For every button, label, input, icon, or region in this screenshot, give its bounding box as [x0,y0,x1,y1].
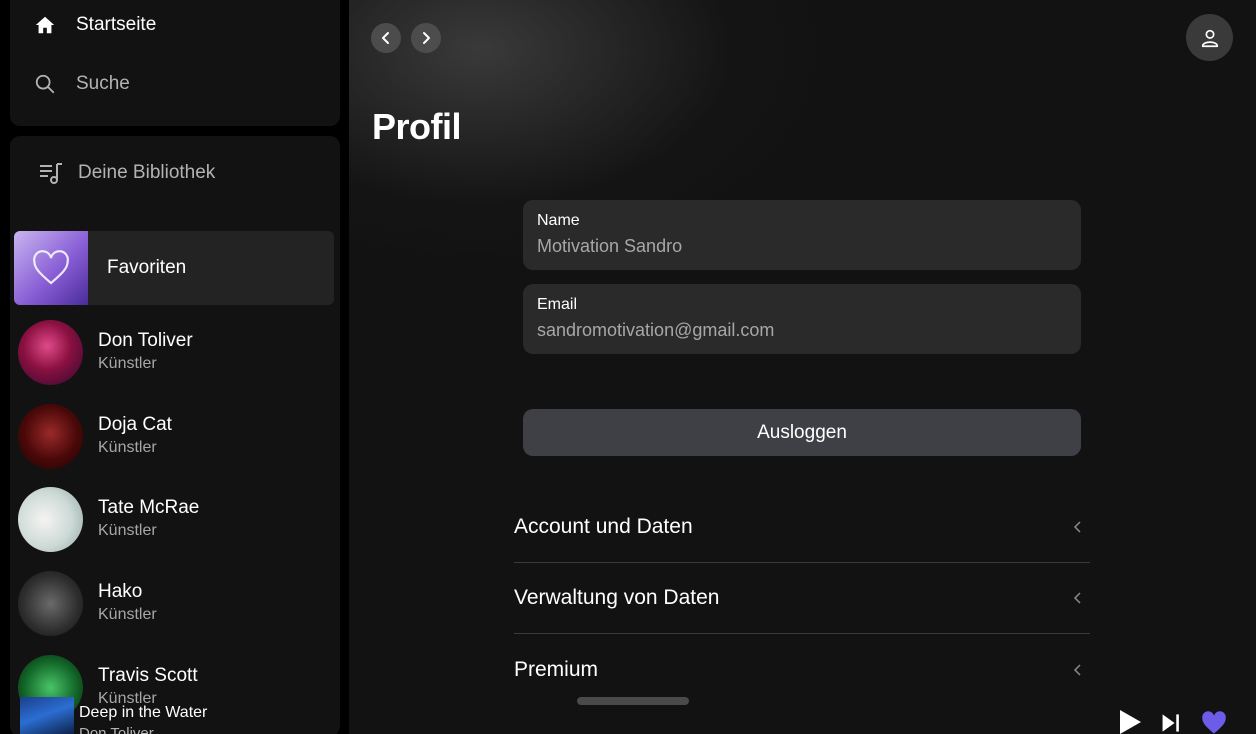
play-icon [1120,710,1141,734]
menu-item-premium[interactable]: Premium [514,634,1090,705]
home-icon [35,16,55,34]
artist-name: Tate McRae [98,497,200,518]
library-item-artist[interactable]: Tate McRae Künstler [18,486,338,552]
sidebar-nav: Startseite Suche [10,0,340,126]
library-item-artist[interactable]: Don Toliver Künstler [18,319,338,385]
library-icon [40,163,62,184]
user-icon [1201,29,1218,47]
profile-button[interactable] [1186,14,1233,61]
forward-button[interactable] [411,23,441,53]
artist-type: Künstler [98,606,157,623]
email-field-label: Email [537,296,578,313]
artist-avatar [18,403,83,469]
menu-item-account[interactable]: Account und Daten [514,492,1090,563]
nav-home-label: Startseite [76,14,157,35]
main-content: Profil Name Email Ausloggen Account und … [349,0,1256,734]
library-panel: Deine Bibliothek Favoriten Don Toliver K… [10,136,340,734]
favorites-label: Favoriten [107,257,187,278]
email-field[interactable]: Email [523,284,1081,354]
nav-search-label: Suche [76,73,130,94]
search-icon [35,74,55,94]
artist-type: Künstler [98,355,157,372]
back-button[interactable] [371,23,401,53]
skip-next-icon [1162,714,1179,732]
artist-avatar [18,570,83,636]
email-input[interactable] [537,320,1067,341]
nav-item-home[interactable]: Startseite [34,14,156,36]
track-artist[interactable]: Don Toliver [79,725,154,734]
chevron-left-icon [1073,521,1081,533]
name-field-label: Name [537,212,580,229]
artist-name: Travis Scott [98,665,198,686]
logout-button[interactable]: Ausloggen [523,409,1081,456]
library-item-favorites[interactable]: Favoriten [14,231,334,305]
track-artwork[interactable] [20,697,74,734]
artist-type: Künstler [98,439,157,456]
chevron-left-icon [1073,592,1081,604]
name-input[interactable] [537,236,1067,257]
library-header[interactable]: Deine Bibliothek [38,160,215,186]
play-button[interactable] [1115,708,1143,734]
chevron-left-icon [382,32,389,44]
name-field[interactable]: Name [523,200,1081,270]
artist-avatar [18,486,83,552]
artist-name: Don Toliver [98,330,193,351]
favorites-artwork [14,231,88,305]
artist-name: Hako [98,581,143,602]
chevron-left-icon [1073,663,1081,676]
menu-item-label: Verwaltung von Daten [514,586,720,609]
player-bar: Deep in the Water Don Toliver [12,697,1242,734]
track-title[interactable]: Deep in the Water [79,704,207,722]
artist-type: Künstler [98,522,157,539]
library-item-artist[interactable]: Hako Künstler [18,570,338,636]
menu-item-label: Account und Daten [514,515,693,538]
library-item-artist[interactable]: Doja Cat Künstler [18,403,338,469]
heart-icon [1202,711,1226,734]
menu-item-label: Premium [514,657,599,681]
chevron-right-icon [423,32,430,44]
artist-name: Doja Cat [98,414,172,435]
skip-next-button[interactable] [1160,711,1184,734]
artist-avatar [18,319,83,385]
menu-item-data-management[interactable]: Verwaltung von Daten [514,563,1090,634]
heart-icon [33,250,69,285]
nav-item-search[interactable]: Suche [34,73,130,95]
library-title: Deine Bibliothek [78,162,216,183]
page-title: Profil [372,106,462,147]
like-button[interactable] [1200,709,1228,734]
